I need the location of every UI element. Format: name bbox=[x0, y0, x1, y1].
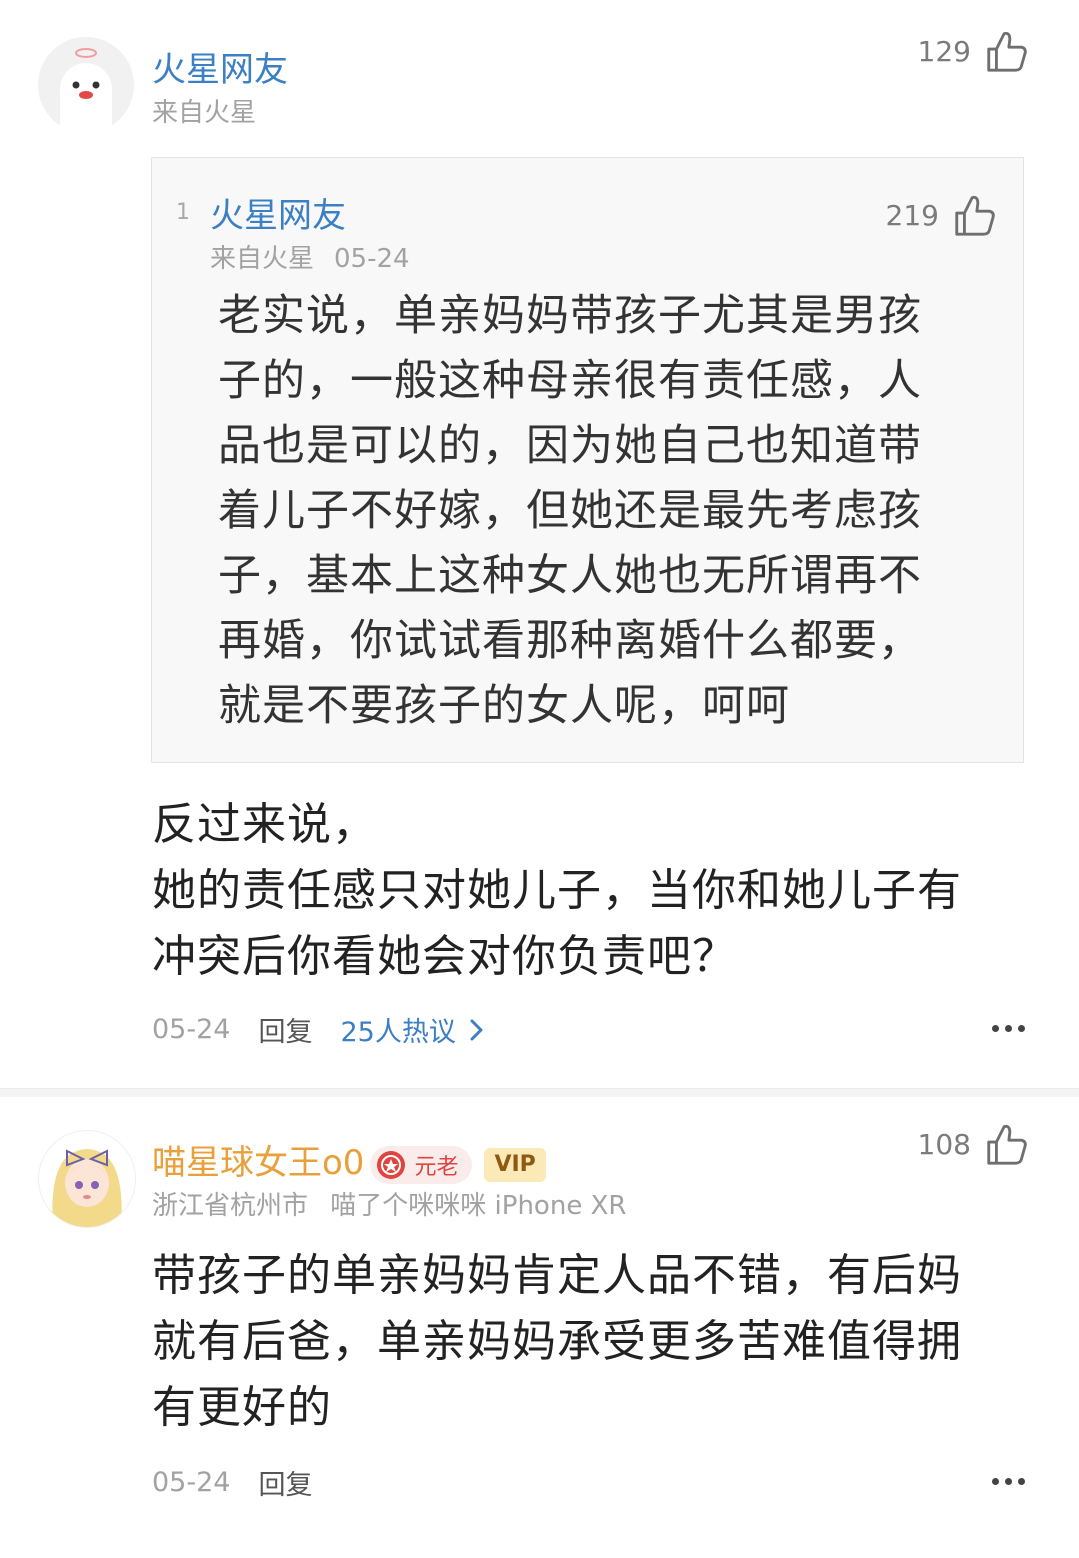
quote-text-line: 子，基本上这种女人她也无所谓再不 bbox=[218, 551, 922, 601]
user-location: 浙江省杭州市 bbox=[152, 1191, 309, 1221]
quote-text-line: 着儿子不好嫁，但她还是最先考虑孩 bbox=[218, 486, 922, 536]
divider bbox=[0, 1088, 1079, 1097]
avatar-anime-girl-icon bbox=[39, 1131, 135, 1227]
quote-location: 来自火星 bbox=[210, 244, 315, 274]
comment-footer: 05-24 回复 25人热议 bbox=[152, 1010, 488, 1049]
user-device: 喵了个咪咪咪 iPhone XR bbox=[330, 1191, 627, 1221]
comment-item: 火星网友 来自火星 129 1 火星网友 来自火星 05-24 219 老实说，单… bbox=[0, 0, 1079, 1088]
more-icon[interactable] bbox=[992, 1025, 1025, 1032]
like-count: 108 bbox=[917, 1127, 971, 1161]
more-icon[interactable] bbox=[992, 1478, 1025, 1485]
avatar[interactable] bbox=[38, 37, 134, 133]
username-row: 喵星球女王o0 元老 VIP bbox=[152, 1135, 546, 1184]
username[interactable]: 火星网友 bbox=[152, 42, 288, 91]
veteran-badge-label: 元老 bbox=[414, 1154, 459, 1180]
comment-text-line: 带孩子的单亲妈妈肯定人品不错，有后妈 bbox=[152, 1250, 962, 1301]
comment-date: 05-24 bbox=[152, 1014, 231, 1045]
thumbs-up-icon bbox=[987, 31, 1027, 72]
quote-text-line: 再婚，你试试看那种离婚什么都要， bbox=[218, 616, 922, 666]
quote-floor-number: 1 bbox=[176, 200, 190, 225]
quote-username[interactable]: 火星网友 bbox=[210, 188, 346, 237]
avatar-ghost-icon bbox=[38, 37, 134, 133]
thumbs-up-icon bbox=[987, 1124, 1027, 1165]
comment-date: 05-24 bbox=[152, 1467, 231, 1498]
veteran-badge[interactable]: 元老 bbox=[370, 1145, 473, 1184]
reply-button[interactable]: 回复 bbox=[258, 1010, 312, 1049]
comment-text-line: 反过来说， bbox=[152, 799, 377, 850]
comment-text: 反过来说， 她的责任感只对她儿子，当你和她儿子有 冲突后你看她会对你负责吧？ bbox=[152, 792, 1042, 990]
user-location: 来自火星 bbox=[152, 98, 257, 128]
comment-footer: 05-24 回复 bbox=[152, 1463, 312, 1502]
quote-text-line: 老实说，单亲妈妈带孩子尤其是男孩 bbox=[218, 291, 922, 341]
vip-badge[interactable]: VIP bbox=[484, 1147, 546, 1182]
quoted-comment[interactable]: 1 火星网友 来自火星 05-24 219 老实说，单亲妈妈带孩子尤其是男孩 子的… bbox=[151, 157, 1024, 763]
username[interactable]: 喵星球女王o0 bbox=[152, 1143, 364, 1183]
like-count: 129 bbox=[917, 34, 971, 68]
avatar[interactable] bbox=[38, 1130, 136, 1228]
quote-date: 05-24 bbox=[334, 244, 410, 274]
reply-button[interactable]: 回复 bbox=[258, 1463, 312, 1502]
medal-icon bbox=[377, 1150, 406, 1179]
comment-text-line: 有更好的 bbox=[152, 1382, 332, 1433]
quote-text-line: 品也是可以的，因为她自己也知道带 bbox=[218, 421, 922, 471]
hot-discussion-link[interactable]: 25人热议 bbox=[340, 1010, 487, 1049]
like-button[interactable]: 108 bbox=[918, 1121, 1029, 1167]
quote-meta: 来自火星 05-24 bbox=[210, 238, 410, 275]
user-meta: 浙江省杭州市 喵了个咪咪咪 iPhone XR bbox=[152, 1185, 626, 1222]
like-count: 219 bbox=[885, 198, 939, 232]
quote-like-button[interactable]: 219 bbox=[886, 192, 997, 238]
quote-text-line: 子的，一般这种母亲很有责任感，人 bbox=[218, 356, 922, 406]
like-button[interactable]: 129 bbox=[918, 28, 1029, 74]
comment-text-line: 就有后爸，单亲妈妈承受更多苦难值得拥 bbox=[152, 1316, 962, 1367]
hot-discussion-label: 25人热议 bbox=[340, 1017, 456, 1048]
comment-text-line: 冲突后你看她会对你负责吧？ bbox=[152, 931, 737, 982]
thumbs-up-icon bbox=[955, 195, 995, 236]
quote-text-line: 就是不要孩子的女人呢，呵呵 bbox=[218, 681, 790, 731]
chevron-right-icon bbox=[470, 1019, 483, 1040]
comment-item: 喵星球女王o0 元老 VIP 浙江省杭州市 喵了个咪咪咪 iPhone XR 1… bbox=[0, 1097, 1079, 1558]
quote-text: 老实说，单亲妈妈带孩子尤其是男孩 子的，一般这种母亲很有责任感，人 品也是可以的… bbox=[218, 284, 968, 739]
comment-text-line: 她的责任感只对她儿子，当你和她儿子有 bbox=[152, 865, 962, 916]
comment-text: 带孩子的单亲妈妈肯定人品不错，有后妈 就有后爸，单亲妈妈承受更多苦难值得拥 有更… bbox=[152, 1243, 1042, 1441]
